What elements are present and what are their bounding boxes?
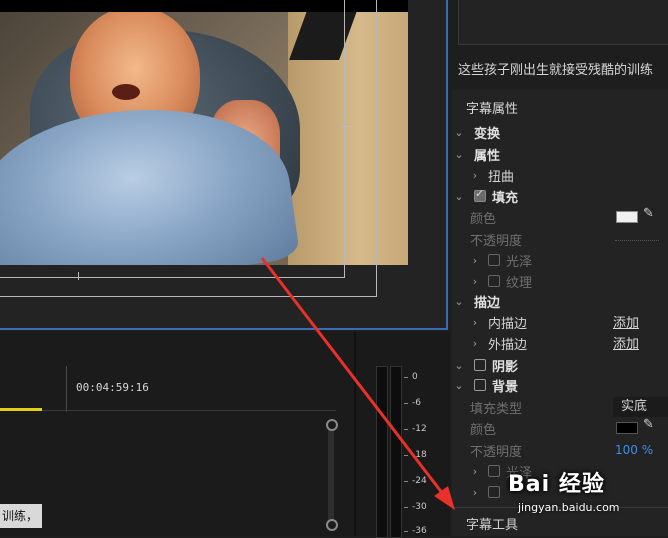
group-attributes[interactable]: ⌄ 属性 <box>452 144 668 164</box>
chevron-right-icon[interactable]: › <box>470 337 480 350</box>
fill-checkbox[interactable] <box>474 187 486 202</box>
baidu-watermark-logo: Bai 经验 <box>508 466 605 498</box>
sheen-checkbox[interactable] <box>488 254 500 266</box>
program-monitor[interactable] <box>0 0 448 330</box>
meter-label: -24 <box>412 476 427 486</box>
chevron-down-icon[interactable]: ⌄ <box>454 379 464 392</box>
caption-clip[interactable]: 训练， <box>0 504 42 528</box>
label-attributes: 属性 <box>474 148 501 164</box>
label-color: 颜色 <box>470 211 497 227</box>
meter-tick <box>404 429 408 430</box>
add-inner-stroke-link[interactable]: 添加 <box>613 312 639 331</box>
timeline-panel[interactable]: 00:04:59:16 训练， <box>0 332 354 536</box>
scroll-handle-top[interactable] <box>326 419 338 431</box>
label-transform: 变换 <box>474 126 501 142</box>
chevron-right-icon[interactable]: › <box>470 486 480 499</box>
group-background[interactable]: ⌄ 背景 <box>452 375 668 395</box>
text-box[interactable] <box>458 0 668 45</box>
label-bg-color: 颜色 <box>470 422 497 438</box>
item-texture[interactable]: › 纹理 <box>452 271 668 291</box>
meter-tick <box>404 531 408 532</box>
chevron-right-icon[interactable]: › <box>470 275 480 288</box>
fill-type-select[interactable]: 实底 <box>613 397 668 417</box>
meter-label: -12 <box>412 424 427 434</box>
fill-color-swatch[interactable] <box>616 211 638 223</box>
bg-texture-checkbox[interactable] <box>488 486 500 498</box>
label-inner-stroke: 内描边 <box>488 316 528 332</box>
label-fill-type: 填充类型 <box>470 401 523 417</box>
item-sheen[interactable]: › 光泽 <box>452 250 668 270</box>
label-shadow: 阴影 <box>492 359 519 375</box>
label-stroke: 描边 <box>474 295 501 311</box>
texture-checkbox[interactable] <box>488 275 500 287</box>
label-bg-opacity: 不透明度 <box>470 444 523 460</box>
section-title: 字幕属性 <box>466 102 519 117</box>
chevron-down-icon[interactable]: ⌄ <box>454 359 464 372</box>
item-fill-opacity: 不透明度 <box>452 229 668 249</box>
playhead-line[interactable] <box>66 366 67 412</box>
group-shadow[interactable]: ⌄ 阴影 <box>452 355 668 375</box>
meter-label: -6 <box>412 398 421 408</box>
label-opacity: 不透明度 <box>470 233 523 249</box>
chevron-right-icon[interactable]: › <box>470 254 480 267</box>
meter-channel-right <box>390 366 402 538</box>
scroll-handle-bottom[interactable] <box>326 519 338 531</box>
chevron-right-icon[interactable]: › <box>470 465 480 478</box>
meter-channel-left <box>376 366 388 538</box>
chevron-down-icon[interactable]: ⌄ <box>454 190 464 203</box>
eyedropper-icon[interactable]: ✎ <box>643 417 654 432</box>
safe-center-tick <box>78 272 79 280</box>
meter-label: -36 <box>412 526 427 536</box>
meter-tick <box>404 455 408 456</box>
item-distort[interactable]: › 扭曲 <box>452 165 668 185</box>
work-area-bar[interactable] <box>0 408 42 411</box>
label-fill: 填充 <box>492 190 519 206</box>
eyedropper-icon[interactable]: ✎ <box>643 206 654 221</box>
meter-label: -30 <box>412 502 427 512</box>
label-texture: 纹理 <box>506 275 533 291</box>
audio-meter: 0 -6 -12 -18 -24 -30 -36 <box>356 332 450 538</box>
timecode: 00:04:59:16 <box>76 381 149 394</box>
chevron-right-icon[interactable]: › <box>470 316 480 329</box>
watermark-url: jingyan.baidu.com <box>518 501 620 514</box>
letterbox-bar <box>0 0 408 12</box>
add-outer-stroke-link[interactable]: 添加 <box>613 333 639 352</box>
group-fill[interactable]: ⌄ 填充 <box>452 186 668 206</box>
meter-label: -18 <box>412 450 427 460</box>
caption-tools-title: 字幕工具 <box>466 518 519 533</box>
video-frame <box>0 0 408 265</box>
label-outer-stroke: 外描边 <box>488 337 528 353</box>
meter-tick <box>404 507 408 508</box>
chevron-down-icon[interactable]: ⌄ <box>454 126 464 139</box>
group-transform[interactable]: ⌄ 变换 <box>452 122 668 142</box>
meter-tick <box>404 403 408 404</box>
meter-label: 0 <box>412 372 418 382</box>
label-distort: 扭曲 <box>488 169 515 185</box>
shadow-checkbox[interactable] <box>474 359 486 371</box>
chevron-right-icon[interactable]: › <box>470 169 480 182</box>
label-sheen: 光泽 <box>506 254 533 270</box>
opacity-empty <box>615 240 659 241</box>
chevron-down-icon[interactable]: ⌄ <box>454 295 464 308</box>
vertical-scrollbar[interactable] <box>328 420 334 526</box>
baby-mouth <box>112 84 140 100</box>
background-checkbox[interactable] <box>474 379 486 391</box>
group-stroke[interactable]: ⌄ 描边 <box>452 291 668 311</box>
chevron-down-icon[interactable]: ⌄ <box>454 148 464 161</box>
meter-tick <box>404 377 408 378</box>
meter-tick <box>404 481 408 482</box>
bg-sheen-checkbox[interactable] <box>488 465 500 477</box>
time-ruler[interactable] <box>0 410 336 411</box>
label-background: 背景 <box>492 379 519 395</box>
safe-center-tick <box>342 126 350 127</box>
caption-text[interactable]: 这些孩子刚出生就接受残酷的训练 <box>458 59 653 78</box>
bg-opacity-value[interactable]: 100 % <box>615 443 653 457</box>
bg-color-swatch[interactable] <box>616 422 638 434</box>
watermark-brand: Bai 经验 <box>508 472 605 497</box>
